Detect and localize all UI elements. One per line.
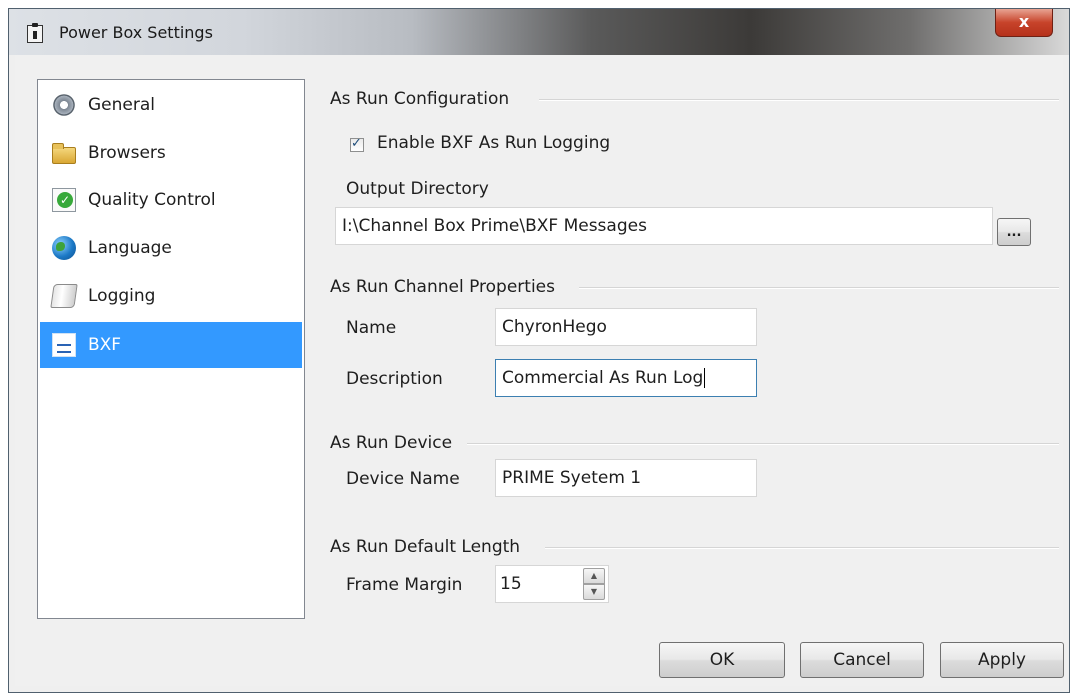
text-caret: [704, 368, 706, 388]
clipboard-icon: [27, 23, 43, 43]
section-divider: [579, 287, 1059, 289]
enable-bxf-logging-label[interactable]: Enable BXF As Run Logging: [377, 133, 610, 153]
device-name-field[interactable]: PRIME Syetem 1: [495, 459, 757, 497]
device-name-value: PRIME Syetem 1: [502, 468, 642, 488]
nav-item-quality-control[interactable]: Quality Control: [40, 177, 302, 223]
dialog-content: General Browsers Quality Control Languag…: [15, 55, 1064, 686]
apply-button[interactable]: Apply: [940, 642, 1064, 678]
cancel-button[interactable]: Cancel: [800, 642, 924, 678]
section-title-channel-properties: As Run Channel Properties: [330, 277, 556, 297]
settings-window: Power Box Settings x General Browsers Qu…: [8, 8, 1070, 693]
section-title-as-run-device: As Run Device: [330, 433, 453, 453]
settings-category-list[interactable]: General Browsers Quality Control Languag…: [37, 79, 305, 619]
frame-margin-spinner[interactable]: ▲ ▼: [583, 568, 605, 600]
quality-check-icon: [52, 188, 76, 212]
title-bar[interactable]: Power Box Settings x: [9, 9, 1069, 55]
browse-directory-button[interactable]: ...: [997, 218, 1031, 246]
output-directory-value: I:\Channel Box Prime\BXF Messages: [342, 216, 647, 236]
output-directory-field[interactable]: I:\Channel Box Prime\BXF Messages: [335, 207, 993, 245]
nav-item-label: Browsers: [88, 143, 166, 163]
nav-item-label: Quality Control: [88, 190, 216, 210]
ok-button[interactable]: OK: [659, 642, 785, 678]
nav-item-label: Logging: [88, 286, 156, 306]
name-label: Name: [346, 318, 397, 338]
nav-item-label: Language: [88, 238, 172, 258]
frame-margin-value: 15: [500, 574, 522, 594]
channel-name-value: ChyronHego: [502, 317, 607, 337]
nav-item-language[interactable]: Language: [40, 225, 302, 271]
frame-margin-label: Frame Margin: [346, 575, 463, 595]
nav-item-browsers[interactable]: Browsers: [40, 130, 302, 176]
channel-description-value: Commercial As Run Log: [502, 368, 704, 388]
bxf-document-icon: [52, 333, 76, 357]
nav-item-label: BXF: [88, 335, 122, 355]
device-name-label: Device Name: [346, 469, 460, 489]
section-divider: [545, 547, 1059, 549]
nav-item-label: General: [88, 95, 155, 115]
window-title: Power Box Settings: [59, 23, 213, 42]
nav-item-logging[interactable]: Logging: [40, 273, 302, 319]
gear-icon: [53, 94, 75, 116]
section-divider: [539, 99, 1059, 101]
channel-name-field[interactable]: ChyronHego: [495, 308, 757, 346]
globe-icon: [52, 236, 76, 260]
enable-bxf-logging-checkbox[interactable]: [350, 136, 364, 152]
scroll-icon: [50, 284, 78, 308]
spin-down-arrow-icon[interactable]: ▼: [583, 584, 605, 600]
description-label: Description: [346, 369, 443, 389]
channel-description-field[interactable]: Commercial As Run Log: [495, 359, 757, 397]
section-divider: [467, 443, 1059, 445]
nav-item-general[interactable]: General: [40, 82, 302, 128]
folder-icon: [52, 143, 76, 164]
section-title-default-length: As Run Default Length: [330, 537, 521, 557]
spin-up-arrow-icon[interactable]: ▲: [583, 568, 605, 584]
close-button[interactable]: x: [995, 9, 1053, 37]
section-title-as-run-configuration: As Run Configuration: [330, 89, 510, 109]
nav-item-bxf[interactable]: BXF: [40, 322, 302, 368]
output-directory-label: Output Directory: [346, 179, 489, 199]
